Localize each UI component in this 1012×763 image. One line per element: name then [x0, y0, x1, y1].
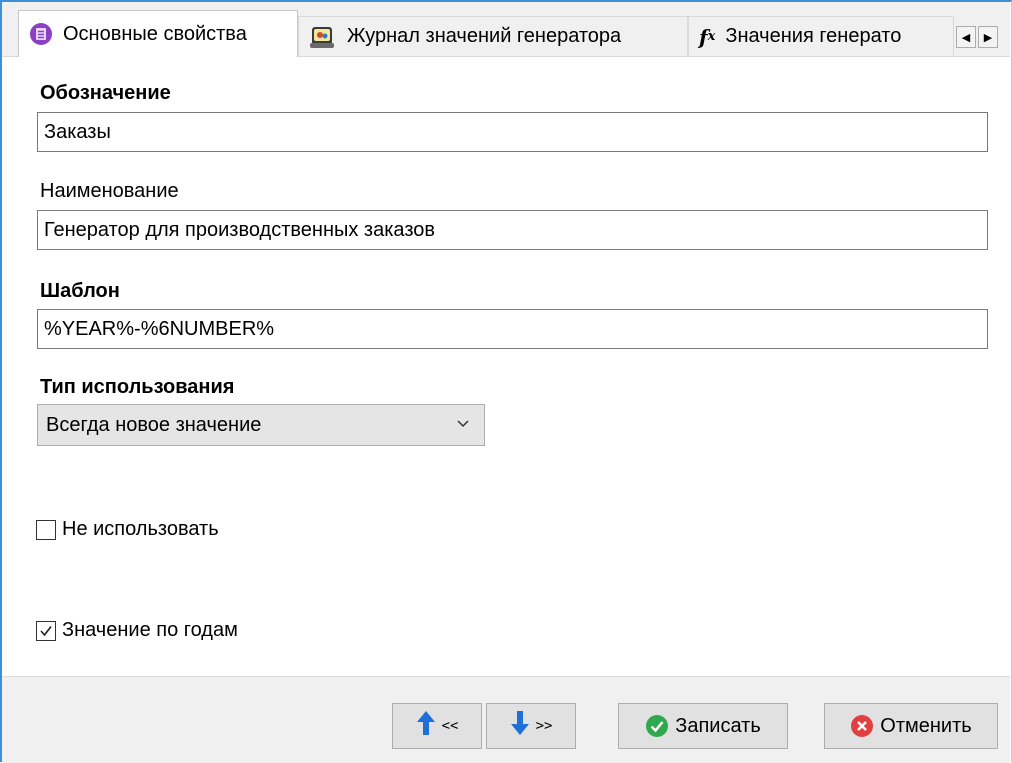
by-years-label: Значение по годам: [62, 619, 238, 641]
cancel-label: Отменить: [880, 714, 972, 737]
journal-icon: [309, 24, 337, 50]
cancel-button[interactable]: Отменить: [824, 703, 998, 749]
tab-label: Журнал значений генератора: [347, 25, 622, 47]
function-icon: fx: [699, 24, 716, 49]
arrow-up-icon: [416, 710, 436, 742]
usage-type-label: Тип использования: [40, 376, 235, 398]
checkmark-icon: [36, 620, 56, 641]
arrow-down-icon: [510, 710, 530, 742]
next-label: >>: [535, 718, 553, 734]
do-not-use-checkbox[interactable]: Не использовать: [36, 518, 219, 541]
chevron-down-icon: [456, 405, 470, 459]
checkbox-unchecked-icon: [36, 519, 56, 540]
previous-button[interactable]: <<: [392, 703, 482, 749]
tab-generator-values[interactable]: fx Значения генерато: [688, 16, 954, 56]
tab-bar: Основные свойства Журнал значений генера…: [2, 2, 1010, 57]
do-not-use-label: Не использовать: [62, 518, 219, 540]
template-field[interactable]: [37, 309, 988, 349]
triangle-right-icon: ▶: [983, 31, 993, 44]
designation-field[interactable]: [37, 112, 988, 152]
next-button[interactable]: >>: [486, 703, 576, 749]
usage-type-value: Всегда новое значение: [46, 414, 262, 436]
close-circle-icon: [850, 714, 874, 738]
by-years-checkbox[interactable]: Значение по годам: [36, 619, 238, 642]
name-label: Наименование: [40, 180, 179, 202]
tab-label: Основные свойства: [63, 22, 247, 45]
designation-label: Обозначение: [40, 82, 171, 104]
triangle-left-icon: ◀: [961, 31, 971, 44]
tab-scroll-left-button[interactable]: ◀: [956, 26, 976, 48]
usage-type-select[interactable]: Всегда новое значение: [37, 404, 485, 446]
save-button[interactable]: Записать: [618, 703, 788, 749]
name-field[interactable]: [37, 210, 988, 250]
footer-bar: << >> Записать Отменить: [2, 676, 1010, 763]
save-label: Записать: [675, 714, 761, 737]
properties-icon: [29, 22, 53, 46]
tab-scroll-right-button[interactable]: ▶: [978, 26, 998, 48]
template-label: Шаблон: [40, 280, 120, 302]
previous-label: <<: [441, 718, 459, 734]
tab-main-properties[interactable]: Основные свойства: [18, 10, 298, 57]
checkmark-circle-icon: [645, 714, 669, 738]
tab-generator-journal[interactable]: Журнал значений генератора: [298, 16, 688, 56]
tab-label: Значения генерато: [725, 25, 902, 47]
